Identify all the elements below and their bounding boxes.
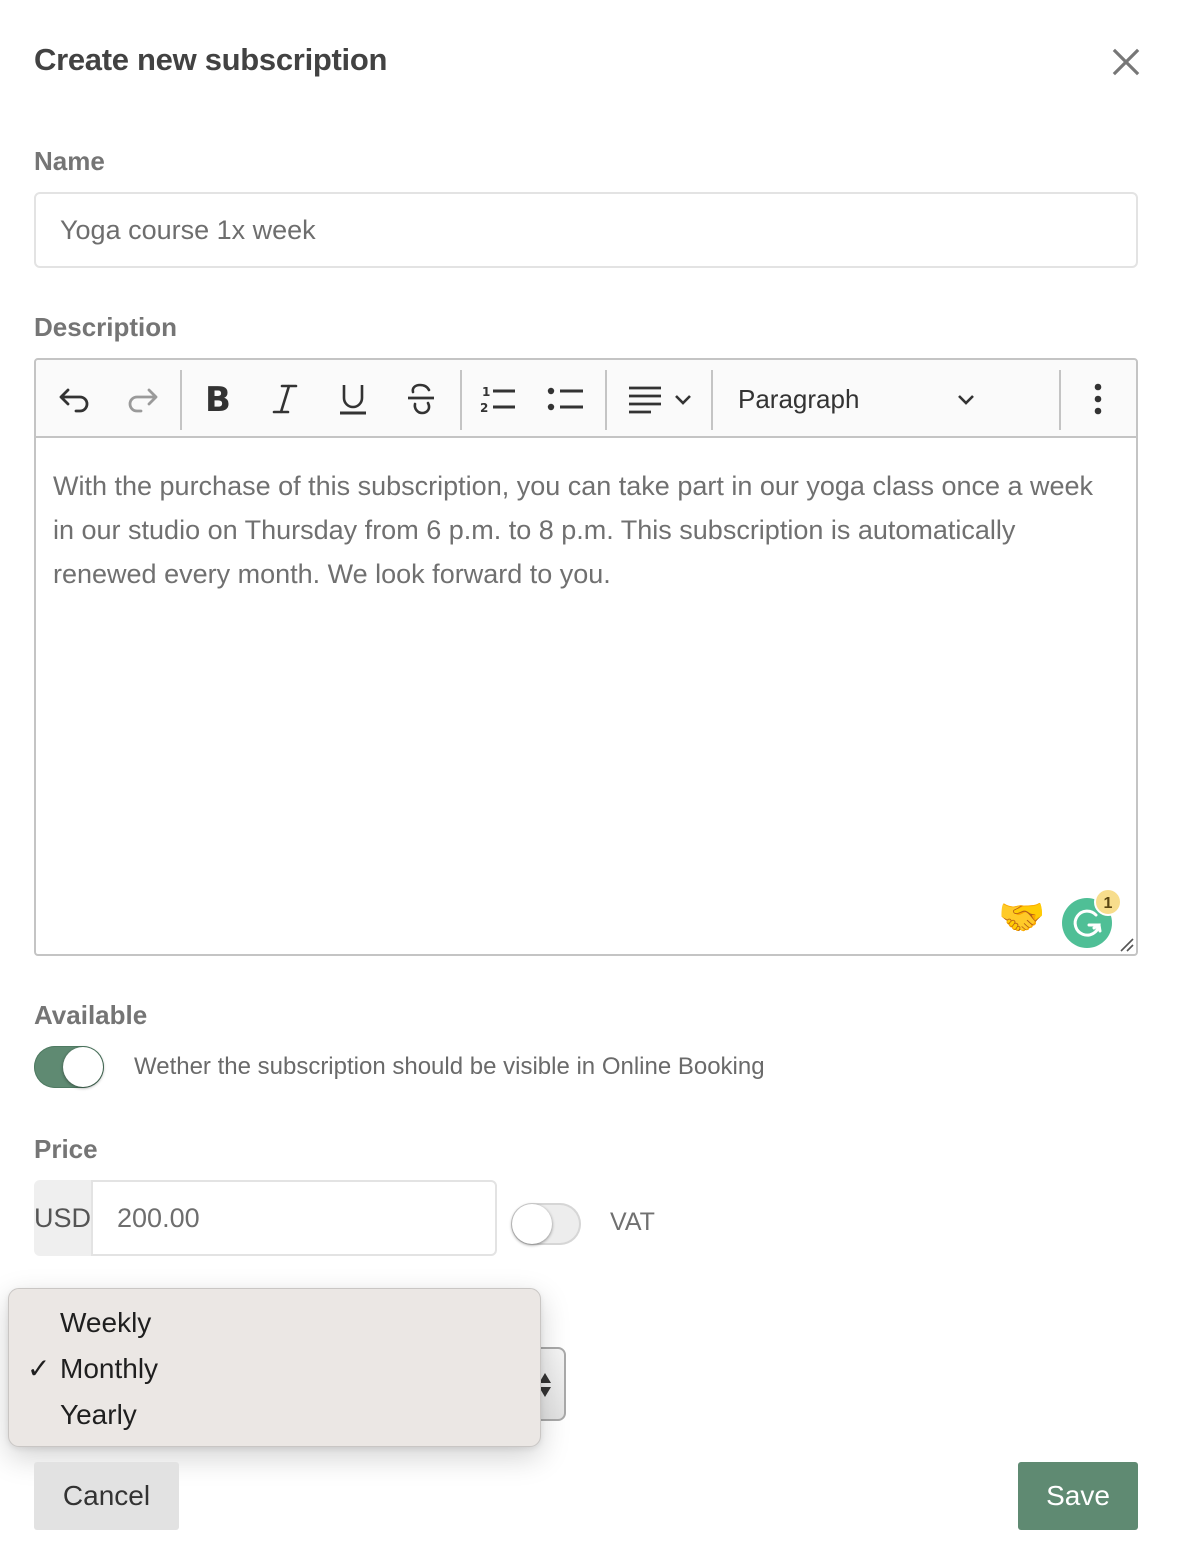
numbered-list-icon: 1 2 bbox=[480, 385, 515, 415]
option-label: Yearly bbox=[60, 1399, 137, 1430]
redo-button[interactable] bbox=[116, 374, 168, 424]
underline-button[interactable] bbox=[327, 374, 379, 424]
dialog-title: Create new subscription bbox=[34, 42, 388, 77]
toolbar-separator bbox=[711, 370, 713, 430]
dropdown-option-weekly[interactable]: Weekly bbox=[9, 1300, 540, 1346]
redo-icon bbox=[128, 388, 158, 413]
svg-text:1: 1 bbox=[482, 385, 490, 399]
editor-toolbar: B 1 2 Paragraph bbox=[36, 360, 1136, 438]
description-editor: B 1 2 Paragraph With the purchase of thi… bbox=[34, 358, 1138, 956]
dropdown-option-yearly[interactable]: Yearly bbox=[9, 1392, 540, 1438]
strikethrough-icon bbox=[408, 383, 434, 415]
checkmark-icon: ✓ bbox=[27, 1353, 51, 1384]
toolbar-separator bbox=[180, 370, 182, 430]
option-label: Monthly bbox=[60, 1353, 159, 1384]
undo-icon bbox=[59, 388, 89, 413]
vat-toggle[interactable] bbox=[511, 1203, 581, 1245]
name-label: Name bbox=[34, 146, 105, 176]
billing-period-dropdown: Weekly ✓ Monthly Yearly bbox=[8, 1288, 541, 1447]
grammarly-badge: 1 bbox=[1094, 888, 1122, 916]
resize-handle-icon[interactable] bbox=[1118, 936, 1134, 952]
svg-text:2: 2 bbox=[480, 401, 488, 415]
italic-icon bbox=[272, 384, 298, 414]
name-input[interactable] bbox=[34, 192, 1138, 268]
undo-button[interactable] bbox=[49, 374, 101, 424]
toolbar-separator bbox=[1059, 370, 1061, 430]
description-content[interactable]: With the purchase of this subscription, … bbox=[53, 464, 1113, 596]
cancel-button[interactable]: Cancel bbox=[34, 1462, 179, 1530]
alignment-dropdown[interactable] bbox=[620, 374, 700, 424]
currency-addon: USD bbox=[34, 1180, 92, 1256]
svg-text:B: B bbox=[205, 382, 231, 416]
available-toggle[interactable] bbox=[34, 1046, 104, 1088]
toggle-knob bbox=[63, 1047, 103, 1087]
toolbar-separator bbox=[605, 370, 607, 430]
description-label: Description bbox=[34, 312, 178, 342]
create-subscription-dialog: Create new subscription Name Description bbox=[0, 0, 1180, 1568]
italic-button[interactable] bbox=[259, 374, 311, 424]
toolbar-separator bbox=[460, 370, 462, 430]
bold-icon: B bbox=[205, 382, 231, 416]
save-button[interactable]: Save bbox=[1018, 1462, 1138, 1530]
more-vertical-icon bbox=[1094, 383, 1102, 415]
more-options-button[interactable] bbox=[1072, 374, 1124, 424]
bulleted-list-icon bbox=[547, 387, 583, 411]
block-format-dropdown[interactable]: Paragraph bbox=[726, 374, 986, 424]
price-input[interactable] bbox=[91, 1180, 498, 1256]
bold-button[interactable]: B bbox=[192, 374, 244, 424]
underline-icon bbox=[340, 385, 366, 415]
strikethrough-button[interactable] bbox=[395, 374, 447, 424]
available-help-text: Wether the subscription should be visibl… bbox=[134, 1053, 765, 1080]
align-left-icon bbox=[629, 386, 661, 414]
vat-label: VAT bbox=[610, 1208, 655, 1236]
block-format-value: Paragraph bbox=[738, 383, 860, 414]
close-icon bbox=[1112, 48, 1140, 76]
toggle-knob bbox=[512, 1204, 552, 1244]
dropdown-option-monthly[interactable]: ✓ Monthly bbox=[9, 1346, 540, 1392]
close-button[interactable] bbox=[1108, 44, 1144, 80]
price-input-group: USD bbox=[34, 1180, 498, 1256]
chevron-down-icon bbox=[958, 395, 974, 405]
numbered-list-button[interactable]: 1 2 bbox=[472, 374, 524, 424]
handshake-icon[interactable]: 🤝 bbox=[998, 896, 1046, 940]
price-label: Price bbox=[34, 1134, 98, 1164]
bulleted-list-button[interactable] bbox=[540, 374, 592, 424]
chevron-down-icon bbox=[675, 395, 691, 405]
available-label: Available bbox=[34, 1000, 148, 1030]
option-label: Weekly bbox=[60, 1307, 152, 1338]
